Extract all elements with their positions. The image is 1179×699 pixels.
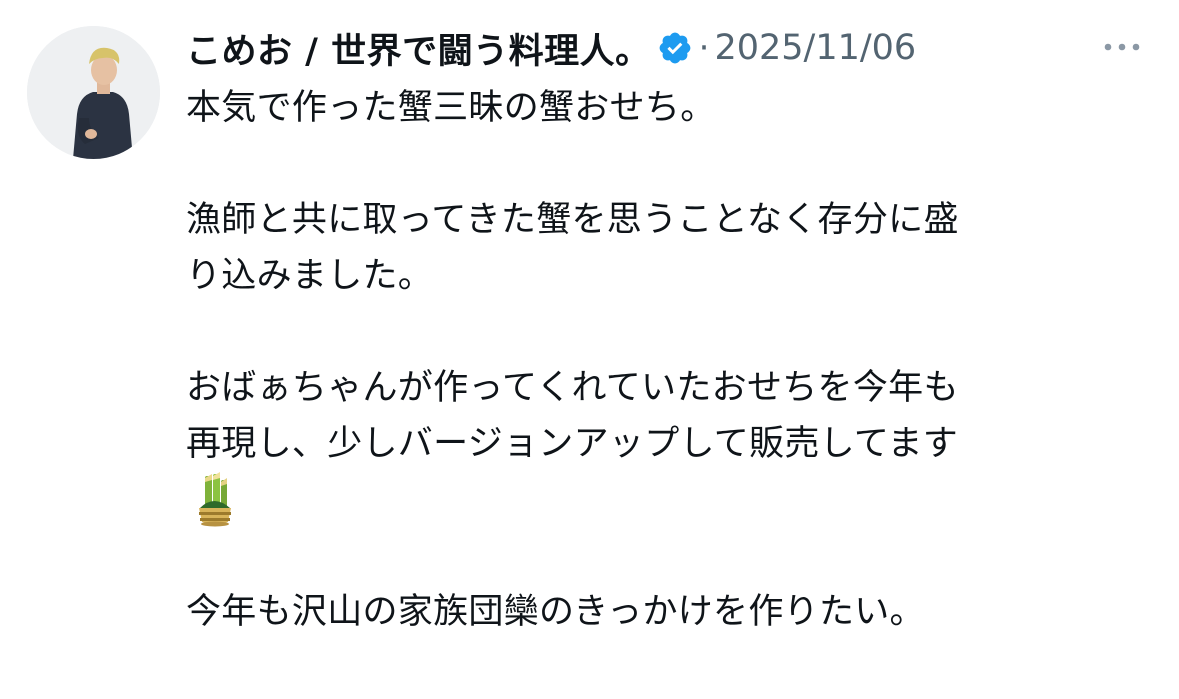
post-line: 本気で作った蟹三昧の蟹おせち。 bbox=[186, 88, 716, 128]
post-line: 漁師と共に取ってきた蟹を思うことなく存分に盛 bbox=[186, 200, 959, 240]
header-separator: · bbox=[698, 28, 710, 68]
avatar[interactable] bbox=[27, 26, 160, 159]
post-line: り込みました。 bbox=[186, 256, 434, 296]
kadomatsu-emoji bbox=[186, 472, 1146, 528]
post-date[interactable]: 2025/11/06 bbox=[714, 28, 916, 68]
post-line-blank bbox=[186, 304, 1146, 360]
display-name[interactable]: こめお / 世界で闘う料理人。 bbox=[186, 23, 651, 74]
post-line-blank bbox=[186, 528, 1146, 584]
verified-badge-icon[interactable] bbox=[657, 30, 693, 66]
post-line-blank bbox=[186, 136, 1146, 192]
more-options-icon[interactable] bbox=[1098, 32, 1146, 62]
post-line: 今年も沢山の家族団欒のきっかけを作りたい。 bbox=[186, 592, 925, 632]
post-text: 本気で作った蟹三昧の蟹おせち。 漁師と共に取ってきた蟹を思うことなく存分に盛 り… bbox=[186, 80, 1146, 640]
post-line: 再現し、少しバージョンアップして販売してます bbox=[186, 424, 959, 464]
post-header: こめお / 世界で闘う料理人。 · 2025/11/06 bbox=[186, 20, 916, 76]
post-line: おばぁちゃんが作ってくれていたおせちを今年も bbox=[186, 368, 959, 408]
